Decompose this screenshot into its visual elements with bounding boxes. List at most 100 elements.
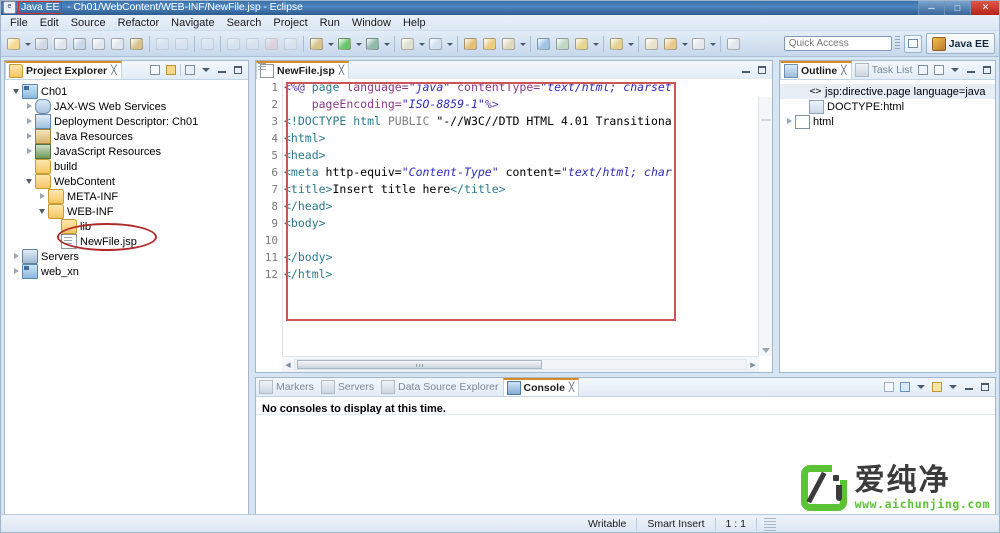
chevron-right-icon[interactable] bbox=[11, 249, 22, 264]
chevron-right-icon[interactable] bbox=[11, 264, 22, 279]
chevron-down-icon[interactable] bbox=[518, 35, 527, 53]
maximize-icon[interactable] bbox=[980, 63, 994, 77]
maximize-icon[interactable] bbox=[231, 63, 245, 77]
new-java-project-icon[interactable] bbox=[399, 35, 416, 53]
code-line[interactable] bbox=[284, 232, 758, 249]
menu-project[interactable]: Project bbox=[267, 15, 313, 31]
chevron-down-icon[interactable] bbox=[23, 35, 32, 53]
build-icon[interactable] bbox=[90, 35, 107, 53]
tree-item-deployment-descriptor-ch01[interactable]: Deployment Descriptor: Ch01 bbox=[5, 114, 248, 129]
forward-icon[interactable] bbox=[662, 35, 679, 53]
view-menu-filter-icon[interactable] bbox=[183, 63, 197, 77]
chevron-down-icon[interactable] bbox=[354, 35, 363, 53]
new-console-view-icon[interactable] bbox=[930, 380, 944, 394]
close-icon[interactable]: ╳ bbox=[569, 383, 574, 393]
resize-grip[interactable] bbox=[764, 518, 776, 531]
menu-window[interactable]: Window bbox=[346, 15, 397, 31]
chevron-down-icon[interactable] bbox=[11, 84, 22, 99]
open-folder-icon[interactable] bbox=[481, 35, 498, 53]
tab-servers[interactable]: Servers bbox=[318, 378, 378, 396]
menu-source[interactable]: Source bbox=[65, 15, 112, 31]
back-icon[interactable] bbox=[643, 35, 660, 53]
code-line[interactable]: </head> bbox=[284, 198, 758, 215]
chevron-down-icon[interactable] bbox=[445, 35, 454, 53]
code-area[interactable]: <%@ page language="java" contentType="te… bbox=[284, 79, 758, 356]
chevron-down-icon[interactable] bbox=[382, 35, 391, 53]
minimize-icon[interactable] bbox=[215, 63, 229, 77]
deploy-icon[interactable] bbox=[554, 35, 571, 53]
editor-horizontal-scrollbar[interactable]: ◀ ▶ bbox=[282, 356, 759, 372]
tree-item-meta-inf[interactable]: META-INF bbox=[5, 189, 248, 204]
minimize-icon[interactable] bbox=[962, 380, 976, 394]
chevron-down-icon[interactable] bbox=[708, 35, 717, 53]
new-console-dropdown-icon[interactable] bbox=[946, 380, 960, 394]
tree-item-servers[interactable]: Servers bbox=[5, 249, 248, 264]
tree-item-web-xn[interactable]: web_xn bbox=[5, 264, 248, 279]
code-line[interactable]: <meta http-equiv="Content-Type" content=… bbox=[284, 164, 758, 181]
chevron-right-icon[interactable] bbox=[24, 129, 35, 144]
code-line[interactable]: <html> bbox=[284, 130, 758, 147]
chevron-down-icon[interactable] bbox=[417, 35, 426, 53]
search-tool-icon[interactable] bbox=[500, 35, 517, 53]
maximize-icon[interactable] bbox=[978, 380, 992, 394]
bean-icon[interactable] bbox=[608, 35, 625, 53]
editor-vertical-scrollbar[interactable] bbox=[758, 97, 772, 356]
code-line[interactable]: <body> bbox=[284, 215, 758, 232]
chevron-down-icon[interactable] bbox=[591, 35, 600, 53]
up-icon[interactable] bbox=[690, 35, 707, 53]
tree-item-build[interactable]: build bbox=[5, 159, 248, 174]
chevron-right-icon[interactable] bbox=[37, 189, 48, 204]
export-icon[interactable] bbox=[71, 35, 88, 53]
scroll-down-arrow-icon[interactable] bbox=[762, 348, 770, 353]
menu-help[interactable]: Help bbox=[397, 15, 432, 31]
open-type-icon[interactable] bbox=[462, 35, 479, 53]
tab-console[interactable]: Console╳ bbox=[503, 378, 580, 396]
scroll-left-arrow-icon[interactable]: ◀ bbox=[282, 361, 294, 369]
open-console-icon[interactable] bbox=[882, 380, 896, 394]
hscroll-thumb[interactable] bbox=[297, 360, 542, 369]
open-perspective-icon[interactable] bbox=[904, 35, 922, 53]
view-menu-icon[interactable] bbox=[199, 63, 213, 77]
menu-refactor[interactable]: Refactor bbox=[112, 15, 166, 31]
chevron-down-icon[interactable] bbox=[24, 174, 35, 189]
tab-project-explorer[interactable]: Project Explorer ╳ bbox=[5, 61, 122, 79]
maximize-icon[interactable]: □ bbox=[944, 0, 970, 15]
last-edit-icon[interactable] bbox=[725, 35, 742, 53]
tree-item-newfile-jsp[interactable]: NewFile.jsp bbox=[5, 234, 248, 249]
sort-icon[interactable] bbox=[916, 63, 930, 77]
collapse-all-icon[interactable] bbox=[148, 63, 162, 77]
toolbar-drag-handle[interactable] bbox=[895, 36, 900, 51]
tree-item-java-resources[interactable]: Java Resources bbox=[5, 129, 248, 144]
code-line[interactable]: <title>Insert title here</title> bbox=[284, 181, 758, 198]
tab-markers[interactable]: Markers bbox=[256, 378, 318, 396]
link-with-editor-icon[interactable] bbox=[164, 63, 178, 77]
minimize-icon[interactable]: ─ bbox=[918, 0, 944, 15]
run-external-icon[interactable] bbox=[364, 35, 381, 53]
tab-data-source-explorer[interactable]: Data Source Explorer bbox=[378, 378, 502, 396]
display-selected-console-icon[interactable] bbox=[898, 380, 912, 394]
outline-item[interactable]: DOCTYPE:html bbox=[780, 99, 995, 114]
chevron-down-icon[interactable] bbox=[326, 35, 335, 53]
tree-item-jax-ws-web-services[interactable]: JAX-WS Web Services bbox=[5, 99, 248, 114]
print-icon[interactable] bbox=[52, 35, 69, 53]
code-line[interactable]: <!DOCTYPE html PUBLIC "-//W3C//DTD HTML … bbox=[284, 113, 758, 130]
chevron-right-icon[interactable] bbox=[24, 114, 35, 129]
collapse-all-icon[interactable] bbox=[932, 63, 946, 77]
hscroll-track[interactable] bbox=[294, 359, 747, 370]
minimize-icon[interactable] bbox=[739, 63, 753, 77]
outline-item[interactable]: html bbox=[780, 114, 995, 129]
code-line[interactable]: <head> bbox=[284, 147, 758, 164]
menu-search[interactable]: Search bbox=[221, 15, 268, 31]
outline-item[interactable]: <>jsp:directive.page language=java bbox=[780, 84, 995, 99]
menu-file[interactable]: File bbox=[4, 15, 34, 31]
chevron-down-icon[interactable] bbox=[680, 35, 689, 53]
code-line[interactable]: </body> bbox=[284, 249, 758, 266]
run-icon[interactable] bbox=[336, 35, 353, 53]
view-menu-icon[interactable] bbox=[948, 63, 962, 77]
close-icon[interactable]: ✕ bbox=[970, 0, 1000, 15]
minimize-icon[interactable] bbox=[964, 63, 978, 77]
menu-run[interactable]: Run bbox=[314, 15, 346, 31]
perspective-java-ee-button[interactable]: Java EE bbox=[926, 33, 995, 54]
tree-item-ch01[interactable]: Ch01 bbox=[5, 84, 248, 99]
tab-outline[interactable]: Outline╳ bbox=[780, 61, 852, 79]
